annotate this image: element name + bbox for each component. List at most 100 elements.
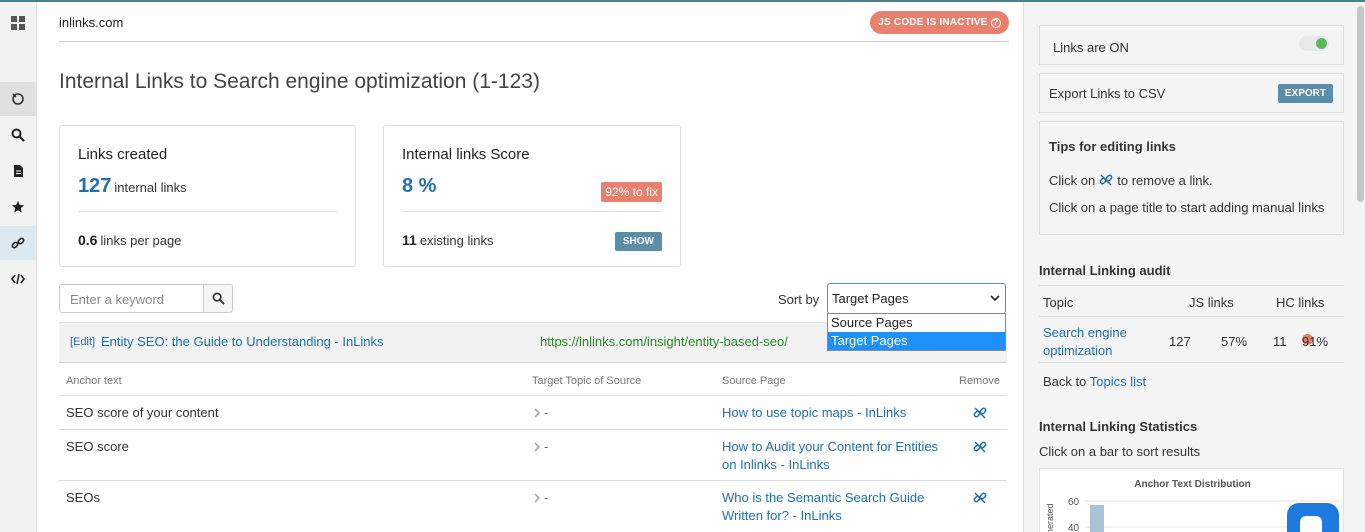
links-count: 127 internal links bbox=[78, 175, 187, 198]
tip1-post: to remove a link. bbox=[1117, 173, 1213, 188]
back-to-topics: Back to Topics list bbox=[1043, 374, 1146, 389]
audit-row: Search engine optimization 127 57% 11 91… bbox=[1039, 317, 1344, 363]
card-title: Links created bbox=[78, 146, 168, 163]
existing-label: existing links bbox=[419, 233, 494, 248]
sort-option-source[interactable]: Source Pages bbox=[828, 314, 1005, 332]
col-topic: Target Topic of Source bbox=[532, 375, 642, 387]
anchor-text: SEO score of your content bbox=[66, 405, 219, 420]
target-topic-value: - bbox=[544, 490, 549, 505]
sort-selected-value: Target Pages bbox=[832, 291, 909, 306]
audit-hc-pct-value: 91% bbox=[1302, 334, 1329, 349]
card-divider bbox=[402, 211, 662, 212]
audit-header: Topic JS links HC links bbox=[1039, 285, 1344, 317]
anchor-text: SEOs bbox=[66, 490, 100, 505]
code-icon[interactable] bbox=[0, 262, 36, 296]
chat-widget-button[interactable] bbox=[1287, 503, 1339, 532]
y-axis-label: enerated bbox=[1045, 503, 1055, 532]
help-icon: ? bbox=[990, 17, 1001, 28]
sort-select[interactable]: Target Pages bbox=[827, 283, 1006, 314]
search-button[interactable] bbox=[203, 284, 233, 313]
chevron-right-icon bbox=[534, 408, 541, 418]
target-page-title[interactable]: Entity SEO: the Guide to Understanding -… bbox=[101, 334, 384, 349]
search-icon[interactable] bbox=[0, 118, 36, 152]
chat-icon bbox=[1300, 516, 1322, 532]
scrollbar-thumb[interactable] bbox=[1357, 6, 1364, 202]
links-count-value: 127 bbox=[78, 175, 112, 197]
table-row: SEO score - How to Audit your Content fo… bbox=[59, 430, 1007, 481]
stats-title: Internal Linking Statistics bbox=[1039, 419, 1198, 434]
js-status-label: JS CODE IS INACTIVE bbox=[878, 17, 988, 28]
dashboard-icon[interactable] bbox=[0, 6, 36, 40]
score-value: 8 % bbox=[402, 175, 437, 197]
sort-dropdown: Source Pages Target Pages bbox=[827, 313, 1006, 351]
internal-score-card: Internal links Score 8 % 92% to fix 11 ex… bbox=[383, 125, 681, 267]
toggle-knob bbox=[1316, 38, 1327, 49]
refresh-icon[interactable] bbox=[0, 82, 36, 116]
show-button[interactable]: SHOW bbox=[614, 232, 662, 251]
col-source: Source Page bbox=[722, 375, 786, 387]
links-on-box: Links are ON bbox=[1039, 25, 1344, 65]
stats-subtitle: Click on a bar to sort results bbox=[1039, 444, 1201, 459]
search-icon bbox=[212, 292, 225, 305]
audit-hc-count: 11 bbox=[1273, 334, 1287, 349]
audit-topic-link[interactable]: Search engine optimization bbox=[1043, 324, 1143, 360]
sort-option-target[interactable]: Target Pages bbox=[828, 332, 1005, 350]
star-icon[interactable] bbox=[0, 190, 36, 224]
links-toggle[interactable] bbox=[1299, 36, 1329, 51]
y-tick-40: 40 bbox=[1068, 523, 1080, 532]
table-row: SEO score of your content - How to use t… bbox=[59, 396, 1007, 430]
source-page-link[interactable]: How to use topic maps - InLinks bbox=[722, 404, 942, 422]
tip-add: Click on a page title to start adding ma… bbox=[1049, 200, 1325, 215]
audit-js-count: 127 bbox=[1169, 334, 1191, 349]
existing-links: 11 existing links bbox=[402, 232, 494, 248]
link-icon[interactable] bbox=[0, 226, 36, 260]
y-tick-60: 60 bbox=[1068, 497, 1080, 508]
back-label: Back to bbox=[1043, 374, 1087, 389]
links-count-label: internal links bbox=[114, 180, 187, 195]
chevron-down-icon bbox=[990, 295, 1000, 302]
unlink-icon[interactable] bbox=[973, 406, 987, 420]
target-page-url[interactable]: https://inlinks.com/insight/entity-based… bbox=[540, 334, 788, 349]
export-button[interactable]: EXPORT bbox=[1277, 84, 1333, 103]
scrollbar[interactable] bbox=[1356, 2, 1365, 532]
chevron-right-icon bbox=[534, 493, 541, 503]
tips-box: Tips for editing links Click on to remove… bbox=[1039, 121, 1344, 235]
unlink-icon[interactable] bbox=[973, 491, 987, 505]
right-panel: Links are ON Export Links to CSV EXPORT … bbox=[1023, 2, 1356, 532]
card-title: Internal links Score bbox=[402, 146, 530, 163]
keyword-search: Enter a keyword bbox=[59, 284, 233, 313]
site-name: inlinks.com bbox=[59, 15, 124, 30]
js-status-badge[interactable]: JS CODE IS INACTIVE? bbox=[870, 11, 1009, 34]
table-header: Anchor text Target Topic of Source Sourc… bbox=[59, 363, 1007, 396]
target-topic: - bbox=[532, 490, 548, 505]
unlink-icon bbox=[1099, 174, 1113, 186]
per-page-label: links per page bbox=[100, 233, 182, 248]
unlink-icon[interactable] bbox=[973, 440, 987, 454]
left-rail bbox=[0, 2, 37, 532]
audit-col-hc: HC links bbox=[1276, 295, 1325, 310]
target-topic: - bbox=[532, 439, 548, 454]
tip-remove: Click on to remove a link. bbox=[1049, 173, 1213, 188]
chart-bar[interactable] bbox=[1090, 505, 1104, 532]
document-icon[interactable] bbox=[0, 154, 36, 188]
edit-link[interactable]: [Edit] bbox=[70, 336, 95, 348]
target-topic-value: - bbox=[544, 405, 549, 420]
per-page-value: 0.6 bbox=[78, 232, 98, 248]
col-remove: Remove bbox=[959, 375, 1000, 387]
source-page-link[interactable]: Who is the Semantic Search Guide Written… bbox=[722, 489, 942, 525]
audit-col-topic: Topic bbox=[1043, 295, 1074, 310]
sort-label: Sort by bbox=[778, 292, 820, 307]
source-page-link[interactable]: How to Audit your Content for Entities o… bbox=[722, 438, 942, 474]
links-on-label: Links are ON bbox=[1053, 40, 1129, 55]
existing-value: 11 bbox=[402, 232, 417, 248]
topics-list-link[interactable]: Topics list bbox=[1090, 374, 1146, 389]
chevron-right-icon bbox=[534, 442, 541, 452]
audit-js-pct: 57% bbox=[1221, 334, 1248, 349]
header-divider bbox=[59, 41, 1009, 42]
keyword-input[interactable]: Enter a keyword bbox=[59, 284, 203, 313]
target-topic-value: - bbox=[544, 439, 549, 454]
links-created-card: Links created 127 internal links 0.6 links… bbox=[59, 125, 356, 267]
tip1-pre: Click on bbox=[1049, 173, 1096, 188]
target-topic: - bbox=[532, 405, 548, 420]
card-divider bbox=[78, 211, 337, 212]
